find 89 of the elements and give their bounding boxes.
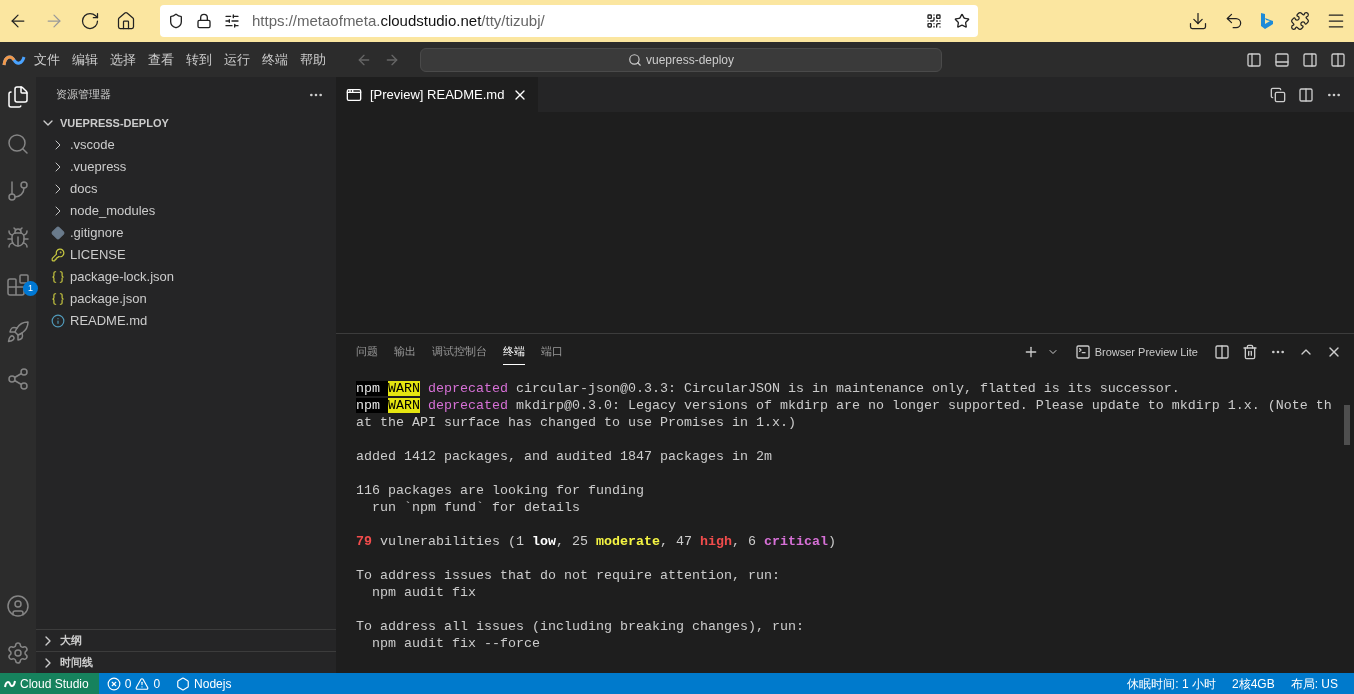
split-editor-icon[interactable] [1298,86,1314,103]
status-item[interactable]: 休眠时间: 1 小时 [1127,674,1216,693]
collapsed-section-header[interactable]: 大纲 [36,629,336,651]
file-tree-item[interactable]: package.json [36,288,336,310]
menu-item[interactable]: 帮助 [294,45,332,74]
panel-tab[interactable]: 输出 [394,339,416,365]
error-icon [106,676,121,691]
terminal-line: npm WARN deprecated mkdirp@0.3.0: Legacy versions of mkdirp are no longer supported. Please update to mkdirp 1.x. (Note th [356,397,1332,414]
terminal-line: npm audit fix [371,584,476,601]
terminal-name[interactable]: Browser Preview Lite [1094,343,1198,361]
file-tree-item[interactable]: .gitignore [36,222,336,244]
settings-icon[interactable] [6,641,30,665]
reload-icon[interactable] [80,11,100,31]
account-icon[interactable] [6,594,30,618]
terminal-line: To address all issues (including breaking changes), run: [356,618,804,635]
panel-tab[interactable]: 终端 [503,339,525,365]
panel-tab[interactable]: 调试控制台 [432,339,487,365]
file-tree-item[interactable]: .vscode [36,134,336,156]
open-source-icon[interactable] [1270,86,1286,103]
terminal-line: 79 vulnerabilities (1 low, 25 moderate, 47 high, 6 critical) [356,533,836,550]
bug-icon[interactable] [6,226,30,250]
panel-tab[interactable]: 端口 [541,339,563,365]
menu-item[interactable]: 终端 [256,45,294,74]
file-tree-item[interactable]: .vuepress [36,156,336,178]
hexagon-icon [176,676,191,691]
nodes-icon[interactable] [6,367,30,391]
toggle-panel-icon[interactable] [1274,51,1290,68]
home-icon[interactable] [116,11,136,31]
terminal-line: added 1412 packages, and audited 1847 packages in 2m [356,448,772,465]
explorer-icon[interactable] [6,85,30,109]
toggle-sidebar-icon[interactable] [1246,51,1262,68]
terminal-icon [1074,344,1091,360]
terminal-line: at the API surface has changed to use Promises in 1.x.) [356,414,796,431]
layout-icon[interactable] [1330,51,1346,68]
curved-arrow-icon[interactable] [1224,11,1244,31]
search-icon [627,52,642,67]
terminal-line: run `npm fund` for details [371,499,580,516]
warning-icon [135,676,150,691]
shield-icon [168,13,184,29]
menu-item[interactable]: 查看 [142,45,180,74]
qr-code-icon[interactable] [926,13,942,29]
cloud-logo-icon[interactable] [2,52,26,67]
file-tree-item[interactable]: package-lock.json [36,266,336,288]
status-item[interactable]: 2核4GB [1231,674,1275,693]
source-control-icon[interactable] [6,179,30,203]
extensions-icon[interactable] [6,273,30,297]
braces-icon [51,292,65,306]
menu-item[interactable]: 运行 [218,45,256,74]
remote-icon [4,678,16,689]
menu-item[interactable]: 编辑 [66,45,104,74]
problems-indicator[interactable]: 0 0 [106,674,161,693]
preview-icon [346,86,362,103]
info-icon [51,314,65,328]
status-item[interactable]: 布局: US [1290,674,1338,693]
remote-indicator[interactable]: Cloud Studio [0,673,99,694]
rocket-icon[interactable] [6,320,30,344]
diamond-icon [51,226,65,240]
split-terminal-icon[interactable] [1214,344,1230,360]
url-text: https://metaofmeta.cloudstudio.net/tty/tizubj/ [252,10,545,31]
menu-item[interactable]: 选择 [104,45,142,74]
braces-icon [51,270,65,284]
terminal-line: npm WARN deprecated circular-json@0.3.3: CircularJSON is in maintenance only, flatted is its successor. [356,380,1180,397]
bookmark-star-icon[interactable] [954,13,970,29]
sidebar-title: 资源管理器 [56,87,111,103]
panel-tab[interactable]: 问题 [356,339,378,365]
editor-tab[interactable]: [Preview] README.md [336,77,539,112]
download-icon[interactable] [1188,11,1208,31]
permissions-icon [224,13,240,29]
puzzle-icon[interactable] [1290,11,1310,31]
b-logo-icon[interactable] [1260,12,1274,30]
scrollbar [1344,405,1350,445]
terminal-line: 116 packages are looking for funding [356,482,644,499]
file-tree-item[interactable]: node_modules [36,200,336,222]
lock-icon [196,13,212,29]
trash-icon[interactable] [1242,344,1258,360]
file-tree-item[interactable]: docs [36,178,336,200]
folder-header[interactable]: VUEPRESS-DEPLOY [36,112,336,134]
file-tree-item[interactable]: README.md [36,310,336,332]
terminal-line: To address issues that do not require attention, run: [356,567,780,584]
runtime-indicator[interactable]: Nodejs [176,674,232,693]
menu-item[interactable]: 文件 [28,45,66,74]
menu-item[interactable]: 转到 [180,45,218,74]
toggle-secondary-sidebar-icon[interactable] [1302,51,1318,68]
key-icon [51,248,65,262]
file-tree-item[interactable]: LICENSE [36,244,336,266]
address-bar[interactable]: https://metaofmeta.cloudstudio.net/tty/tizubj/ [160,5,978,37]
command-center[interactable]: vuepress-deploy [420,47,942,72]
search-icon[interactable] [6,132,30,156]
terminal-line: npm audit fix --force [371,635,540,652]
